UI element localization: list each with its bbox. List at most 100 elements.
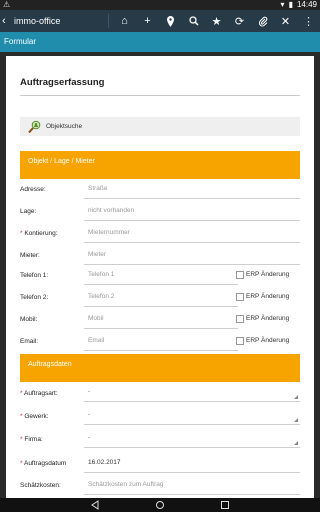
text-input[interactable]: 16.02.2017 [84,458,300,473]
field-label-text: Gewerk: [24,413,49,420]
app-title: immo-office [14,16,61,26]
field-label-text: Kontierung: [24,230,58,237]
search-person-icon [28,120,42,134]
section-objekt-title: Objekt / Lage / Mieter [28,158,95,165]
field-label-text: Lage: [20,208,37,215]
wifi-icon: ▾ [280,0,285,9]
field-label: Mieter: [20,252,40,259]
status-bar: ⚠ ▾ ▮ 14:49 [0,0,320,10]
field-label: Lage: [20,208,36,215]
field-label-text: Adresse: [20,186,46,193]
field-label: * Auftragsart: [20,390,58,397]
home-icon[interactable]: ⌂ [113,10,136,32]
title-divider [20,95,300,96]
field-label: * Firma: [20,436,43,443]
select-field[interactable]: - [84,388,300,402]
text-input[interactable]: Schätzkosten zum Auftrag [84,480,300,495]
select-value: - [88,388,91,395]
section-auftrag-header: Auftragsdaten [20,354,300,382]
select-field[interactable]: - [84,434,300,448]
text-input[interactable]: nicht vorhanden [84,206,300,221]
erp-checkbox[interactable] [236,293,244,301]
form-row: * Firma: - [20,434,300,448]
form-title: Auftragserfassung [20,77,105,88]
battery-icon: ▮ [288,0,293,9]
field-label: * Gewerk: [20,413,49,420]
field-label-text: Schätzkosten: [20,482,61,489]
field-label: * Kontierung: [20,230,58,237]
field-label: Adresse: [20,186,46,193]
section-objekt-header: Objekt / Lage / Mieter [20,151,300,179]
form-row: * Gewerk: - [20,411,300,425]
form-row: * Kontierung: Mieternummer [20,228,300,243]
notification-icon: ⚠ [3,0,11,9]
field-label-text: Email: [20,338,39,345]
system-nav-bar [0,498,320,512]
field-label: Telefon 2: [20,294,48,301]
form-card: Auftragserfassung Objektsuche Objekt / L… [6,56,314,512]
home-nav-icon[interactable] [155,500,165,510]
field-label: Mobil: [20,316,37,323]
app-bar: ‹ immo-office ⌂ + ★ ⟳ ✕ ⋮ [0,10,320,32]
field-label-text: Mieter: [20,252,40,259]
select-value: - [88,434,91,441]
field-label-text: Telefon 2: [20,294,49,301]
search-icon[interactable] [182,10,205,32]
field-label-text: Firma: [24,436,43,443]
form-row: Telefon 1: Telefon 1 ERP Änderung [20,270,300,285]
text-input[interactable]: Email [84,336,238,351]
text-input[interactable]: Straße [84,184,300,199]
text-input[interactable]: Telefon 2 [84,292,238,307]
toolbar-divider [108,14,109,28]
field-label-text: Auftragsdatum [23,460,67,467]
refresh-icon[interactable]: ⟳ [228,10,251,32]
erp-checkbox-label: ERP Änderung [246,293,290,300]
back-icon[interactable]: ‹ [2,15,12,27]
dropdown-icon [294,441,298,445]
field-label-text: Auftragsart: [23,390,58,397]
breadcrumb-bar: Formular [0,32,320,52]
form-row: Schätzkosten: Schätzkosten zum Auftrag [20,480,300,495]
form-row: Adresse: Straße [20,184,300,199]
objektsuche-label: Objektsuche [46,123,83,130]
text-input[interactable]: Mieter [84,250,300,265]
form-row: Mobil: Mobil ERP Änderung [20,314,300,329]
app-toolbar: ⌂ + ★ ⟳ ✕ ⋮ [104,10,320,32]
field-label-text: Mobil: [20,316,38,323]
close-icon[interactable]: ✕ [274,10,297,32]
field-label: Email: [20,338,38,345]
status-icons: ▾ ▮ 14:49 [281,0,317,9]
field-label-text: Telefon 1: [20,272,49,279]
form-row: * Auftragsart: - [20,388,300,402]
text-input[interactable]: Telefon 1 [84,270,238,285]
more-menu-icon[interactable]: ⋮ [297,10,320,32]
erp-checkbox[interactable] [236,337,244,345]
status-time: 14:49 [296,0,317,9]
text-input[interactable]: Mobil [84,314,238,329]
recent-apps-icon[interactable] [220,500,230,510]
select-value: - [88,411,91,418]
text-input[interactable]: Mieternummer [84,228,300,243]
field-label: Schätzkosten: [20,482,61,489]
section-auftrag-title: Auftragsdaten [28,361,72,368]
objektsuche-button[interactable]: Objektsuche [20,117,300,136]
erp-checkbox[interactable] [236,315,244,323]
star-icon[interactable]: ★ [205,10,228,32]
form-row: Telefon 2: Telefon 2 ERP Änderung [20,292,300,307]
form-row: Email: Email ERP Änderung [20,336,300,351]
add-icon[interactable]: + [136,10,159,32]
form-row: Lage: nicht vorhanden [20,206,300,221]
erp-checkbox[interactable] [236,271,244,279]
attachment-icon[interactable] [251,10,274,32]
field-label: Telefon 1: [20,272,48,279]
erp-checkbox-label: ERP Änderung [246,315,290,322]
location-pin-icon[interactable] [159,10,182,32]
breadcrumb-formular[interactable]: Formular [4,37,36,46]
select-field[interactable]: - [84,411,300,425]
form-row: * Auftragsdatum 16.02.2017 [20,458,300,473]
back-nav-icon[interactable] [90,500,100,510]
dropdown-icon [294,418,298,422]
form-row: Mieter: Mieter [20,250,300,265]
erp-checkbox-label: ERP Änderung [246,337,290,344]
dropdown-icon [294,395,298,399]
